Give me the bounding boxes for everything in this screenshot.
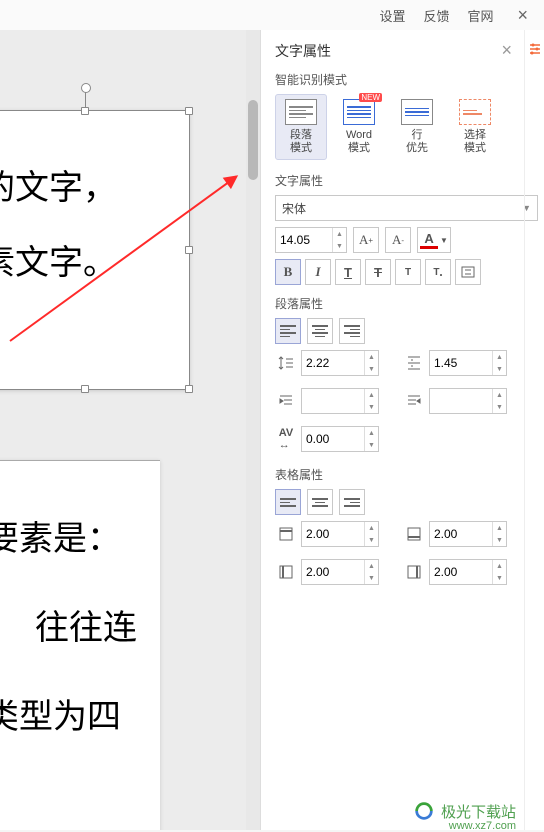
font-family-dropdown[interactable]: 宋体▼ bbox=[275, 195, 538, 221]
superscript-button[interactable]: T bbox=[395, 259, 421, 285]
char-spacing-input[interactable]: ▲▼ bbox=[301, 426, 379, 452]
para-spacing-icon bbox=[403, 352, 425, 374]
line-spacing-input[interactable]: ▲▼ bbox=[301, 350, 379, 376]
italic-button[interactable]: I bbox=[305, 259, 331, 285]
cell-pad-left-icon bbox=[275, 561, 297, 583]
decrease-font-button[interactable]: A- bbox=[385, 227, 411, 253]
close-icon[interactable]: × bbox=[511, 5, 534, 26]
section-mode-label: 智能识别模式 bbox=[275, 71, 538, 88]
menu-settings[interactable]: 设置 bbox=[379, 6, 405, 25]
table-align-left-button[interactable] bbox=[275, 489, 301, 515]
cell-pad-bottom-icon bbox=[403, 523, 425, 545]
increase-font-button[interactable]: A+ bbox=[353, 227, 379, 253]
cell-right-input[interactable]: ▲▼ bbox=[429, 559, 507, 585]
doc-text-line[interactable]: 类型为四 bbox=[0, 689, 160, 738]
cell-pad-top-icon bbox=[275, 523, 297, 545]
mode-paragraph-button[interactable]: 段落 模式 bbox=[275, 94, 327, 160]
doc-text-line[interactable]: 要素是： bbox=[0, 511, 160, 560]
cell-left-input[interactable]: ▲▼ bbox=[301, 559, 379, 585]
char-spacing-icon: AV↔ bbox=[275, 428, 297, 450]
mode-word-button[interactable]: NEW Word 模式 bbox=[333, 94, 385, 160]
font-size-input[interactable]: ▲▼ bbox=[275, 227, 347, 253]
table-align-right-button[interactable] bbox=[339, 489, 365, 515]
close-panel-icon[interactable]: × bbox=[501, 40, 512, 61]
underline-button[interactable]: T bbox=[335, 259, 361, 285]
indent-right-icon bbox=[403, 390, 425, 412]
indent-right-input[interactable]: ▲▼ bbox=[429, 388, 507, 414]
document-page[interactable]: 要素是： 往往连 类型为四 bbox=[0, 460, 160, 830]
properties-panel: 文字属性 × 智能识别模式 段落 模式 NEW Word 模式 行 优先 选择 … bbox=[260, 30, 544, 830]
section-para-label: 段落属性 bbox=[275, 295, 538, 312]
section-text-label: 文字属性 bbox=[275, 172, 538, 189]
align-right-button[interactable] bbox=[339, 318, 365, 344]
cell-top-input[interactable]: ▲▼ bbox=[301, 521, 379, 547]
indent-left-input[interactable]: ▲▼ bbox=[301, 388, 379, 414]
strike-button[interactable]: T bbox=[365, 259, 391, 285]
mode-row-button[interactable]: 行 优先 bbox=[391, 94, 443, 160]
section-table-label: 表格属性 bbox=[275, 466, 538, 483]
table-align-center-button[interactable] bbox=[307, 489, 333, 515]
document-canvas[interactable]: 的文字， 素文字。 要素是： 往往连 类型为四 bbox=[0, 30, 260, 830]
selected-text-box[interactable]: 的文字， 素文字。 bbox=[0, 110, 190, 390]
mode-select-button[interactable]: 选择 模式 bbox=[449, 94, 501, 160]
align-left-button[interactable] bbox=[275, 318, 301, 344]
cell-pad-right-icon bbox=[403, 561, 425, 583]
settings-sliders-icon[interactable] bbox=[528, 42, 542, 56]
panel-title: 文字属性 bbox=[275, 41, 331, 61]
doc-text-line[interactable]: 往往连 bbox=[0, 600, 160, 649]
menu-official[interactable]: 官网 bbox=[467, 6, 493, 25]
doc-text-line[interactable]: 的文字， bbox=[0, 151, 189, 226]
para-spacing-input[interactable]: ▲▼ bbox=[429, 350, 507, 376]
watermark: 极光下载站 www.xz7.com bbox=[413, 800, 516, 822]
align-center-button[interactable] bbox=[307, 318, 333, 344]
bold-button[interactable]: B bbox=[275, 259, 301, 285]
line-spacing-icon bbox=[275, 352, 297, 374]
indent-left-icon bbox=[275, 390, 297, 412]
doc-text-line[interactable]: 素文字。 bbox=[0, 226, 189, 301]
menu-feedback[interactable]: 反馈 bbox=[423, 6, 449, 25]
watermark-logo-icon bbox=[413, 800, 435, 822]
scrollbar[interactable] bbox=[246, 30, 260, 830]
cell-bottom-input[interactable]: ▲▼ bbox=[429, 521, 507, 547]
font-color-button[interactable]: A▼ bbox=[417, 227, 451, 253]
subscript-button[interactable]: T. bbox=[425, 259, 451, 285]
fit-text-button[interactable] bbox=[455, 259, 481, 285]
